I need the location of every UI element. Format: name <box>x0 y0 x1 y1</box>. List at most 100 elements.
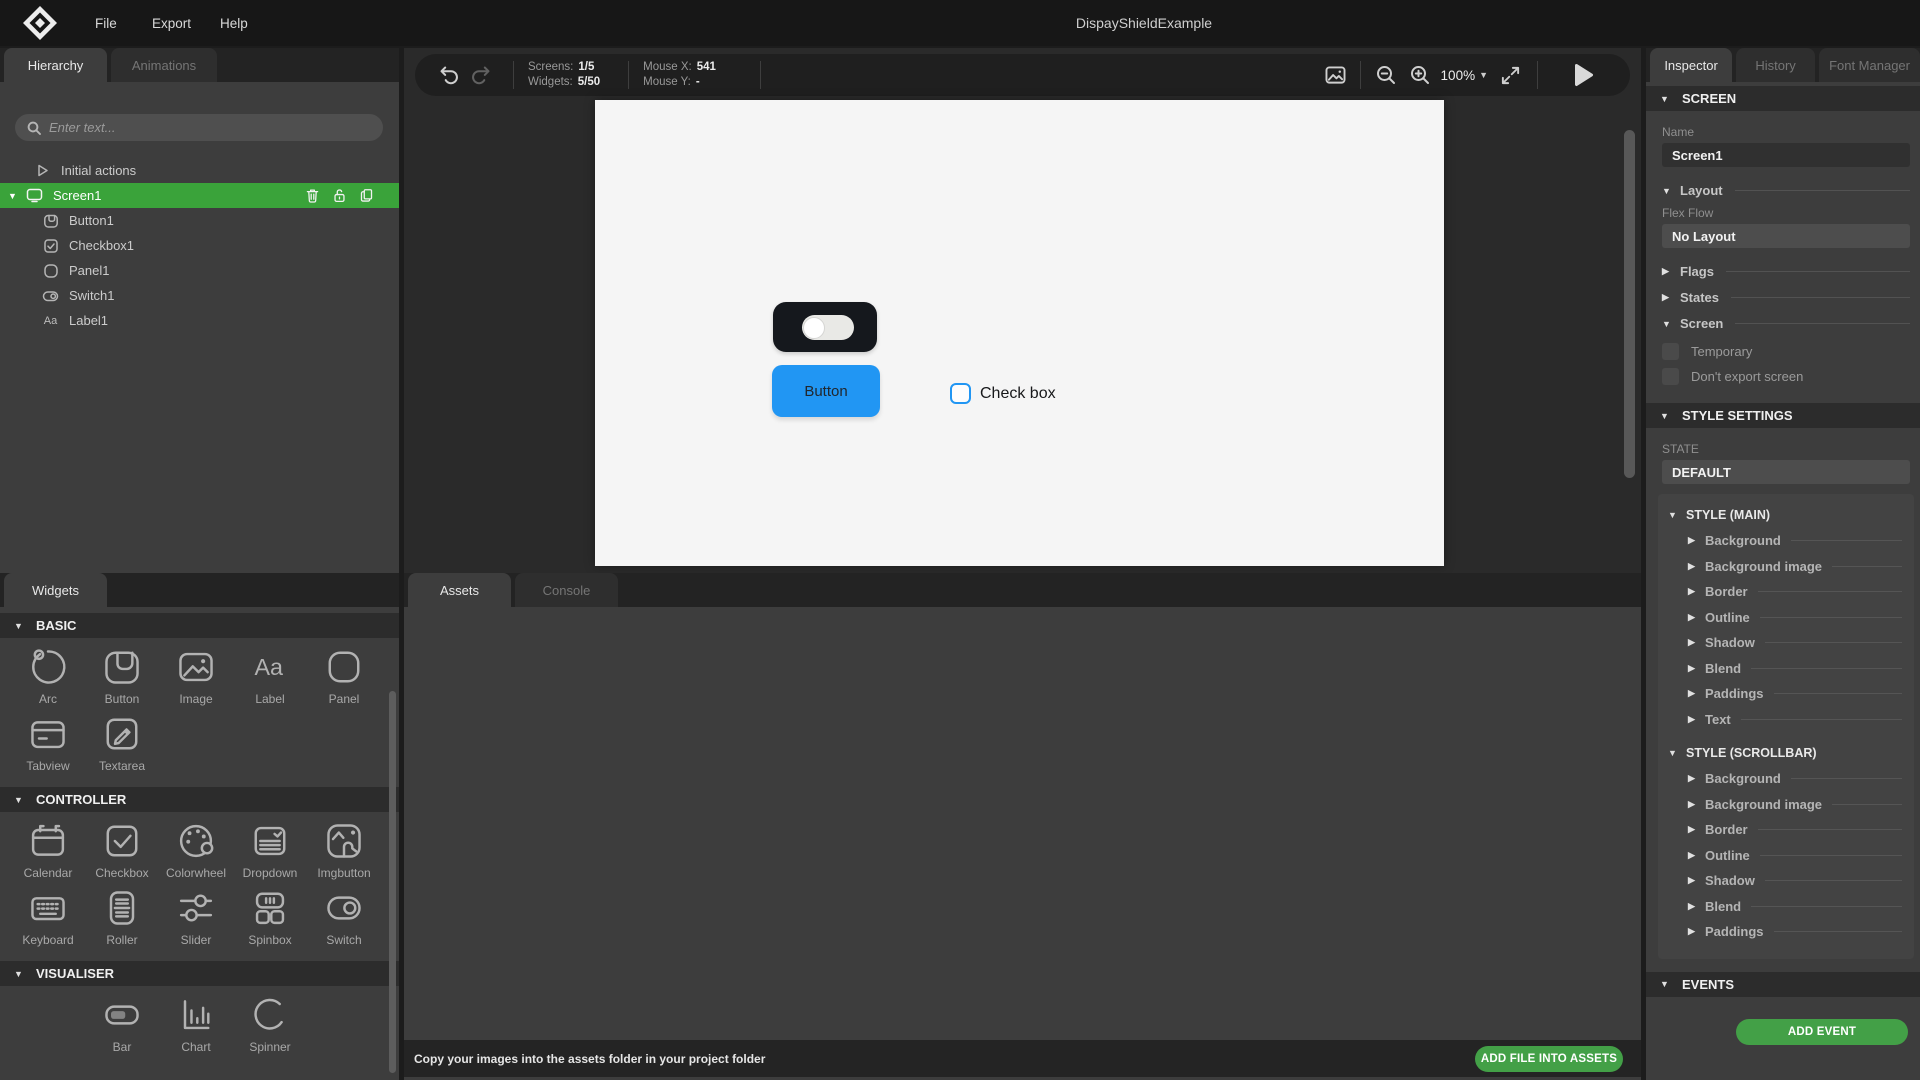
design-canvas-screen1[interactable]: Button Check box <box>595 100 1444 566</box>
style-scrollbar-header[interactable]: ▼STYLE (SCROLLBAR) <box>1668 746 1906 760</box>
canvas-scrollbar[interactable] <box>1624 130 1635 478</box>
widget-textarea[interactable]: Textarea <box>85 712 159 773</box>
zoom-in-button[interactable] <box>1409 64 1431 86</box>
caret-down-icon[interactable]: ▼ <box>8 191 18 201</box>
widgets-section-basic[interactable]: ▼BASIC <box>0 613 399 638</box>
tree-item-label1[interactable]: Aa Label1 <box>0 308 399 333</box>
style-scrollbar-paddings[interactable]: ▶Paddings <box>1666 919 1906 945</box>
play-button[interactable] <box>1574 63 1594 87</box>
widget-spinbox[interactable]: Spinbox <box>233 886 307 947</box>
undo-button[interactable] <box>437 63 461 87</box>
name-input[interactable]: Screen1 <box>1662 143 1910 167</box>
widget-panel[interactable]: Panel <box>307 645 381 706</box>
style-main-blend[interactable]: ▶Blend <box>1666 656 1906 682</box>
widget-button[interactable]: Button <box>85 645 159 706</box>
tab-assets[interactable]: Assets <box>408 573 511 607</box>
widget-label[interactable]: Aa Label <box>233 645 307 706</box>
tab-inspector[interactable]: Inspector <box>1650 48 1732 82</box>
style-scrollbar-blend[interactable]: ▶Blend <box>1666 894 1906 920</box>
widget-calendar[interactable]: Calendar <box>11 819 85 880</box>
canvas-switch1[interactable] <box>802 315 854 340</box>
unlock-icon[interactable] <box>333 188 346 203</box>
canvas-panel1[interactable] <box>773 302 877 352</box>
style-main-background-image[interactable]: ▶Background image <box>1666 554 1906 580</box>
zoom-out-button[interactable] <box>1375 64 1397 86</box>
style-main-border[interactable]: ▶Border <box>1666 579 1906 605</box>
style-scrollbar-background[interactable]: ▶Background <box>1666 766 1906 792</box>
states-group[interactable]: ▶States <box>1662 290 1910 305</box>
widgets-section-visualiser[interactable]: ▼VISUALISER <box>0 961 399 986</box>
canvas-checkbox1[interactable]: Check box <box>950 383 1056 404</box>
canvas-button1[interactable]: Button <box>772 365 880 417</box>
tab-console[interactable]: Console <box>515 573 618 607</box>
layout-group[interactable]: ▼Layout <box>1662 183 1910 198</box>
background-image-button[interactable] <box>1325 66 1346 85</box>
tree-item-switch1[interactable]: Switch1 <box>0 283 399 308</box>
widget-image[interactable]: Image <box>159 645 233 706</box>
search-input[interactable] <box>49 120 371 135</box>
dont-export-checkbox-row[interactable]: Don't export screen <box>1662 364 1910 389</box>
zoom-level-value[interactable]: 100% <box>1441 68 1476 83</box>
widget-switch[interactable]: Switch <box>307 886 381 947</box>
style-main-background[interactable]: ▶Background <box>1666 528 1906 554</box>
widget-slider[interactable]: Slider <box>159 886 233 947</box>
menu-file[interactable]: File <box>95 0 117 46</box>
tree-item-label: Switch1 <box>69 288 115 303</box>
state-select[interactable]: DEFAULT <box>1662 460 1910 484</box>
style-main-header[interactable]: ▼STYLE (MAIN) <box>1668 508 1906 522</box>
screen-group[interactable]: ▼Screen <box>1662 316 1910 331</box>
events-section-header[interactable]: ▼EVENTS <box>1646 972 1920 997</box>
style-main-paddings[interactable]: ▶Paddings <box>1666 681 1906 707</box>
tab-font-manager[interactable]: Font Manager <box>1819 48 1920 82</box>
duplicate-icon[interactable] <box>360 188 373 203</box>
caret-right-icon: ▶ <box>1688 586 1698 597</box>
tab-history[interactable]: History <box>1736 48 1815 82</box>
tree-item-panel1[interactable]: Panel1 <box>0 258 399 283</box>
widgets-section-controller[interactable]: ▼CONTROLLER <box>0 787 399 812</box>
style-scrollbar-background-image[interactable]: ▶Background image <box>1666 792 1906 818</box>
widget-bar[interactable]: Bar <box>85 993 159 1054</box>
menu-help[interactable]: Help <box>220 0 248 46</box>
zoom-in-icon <box>1409 64 1431 86</box>
style-scrollbar-shadow[interactable]: ▶Shadow <box>1666 868 1906 894</box>
style-scrollbar-border[interactable]: ▶Border <box>1666 817 1906 843</box>
flags-group[interactable]: ▶Flags <box>1662 264 1910 279</box>
checkbox[interactable] <box>1662 368 1679 385</box>
style-main-outline[interactable]: ▶Outline <box>1666 605 1906 631</box>
widget-arc[interactable]: Arc <box>11 645 85 706</box>
tabview-widget-icon <box>26 712 70 756</box>
style-scrollbar-outline[interactable]: ▶Outline <box>1666 843 1906 869</box>
tree-item-checkbox1[interactable]: Checkbox1 <box>0 233 399 258</box>
style-settings-section-header[interactable]: ▼STYLE SETTINGS <box>1646 403 1920 428</box>
widget-dropdown[interactable]: Dropdown <box>233 819 307 880</box>
add-event-button[interactable]: ADD EVENT <box>1736 1019 1908 1045</box>
widget-tabview[interactable]: Tabview <box>11 712 85 773</box>
redo-button[interactable] <box>469 63 493 87</box>
widget-checkbox[interactable]: Checkbox <box>85 819 159 880</box>
fit-screen-button[interactable] <box>1500 65 1521 86</box>
temporary-checkbox-row[interactable]: Temporary <box>1662 339 1910 364</box>
add-file-into-assets-button[interactable]: ADD FILE INTO ASSETS <box>1475 1046 1623 1072</box>
tab-hierarchy[interactable]: Hierarchy <box>4 48 107 82</box>
widget-imgbutton[interactable]: Imgbutton <box>307 819 381 880</box>
widget-spinner[interactable]: Spinner <box>233 993 307 1054</box>
menu-export[interactable]: Export <box>152 0 191 46</box>
widget-chart[interactable]: Chart <box>159 993 233 1054</box>
widget-colorwheel[interactable]: Colorwheel <box>159 819 233 880</box>
tree-item-screen1[interactable]: ▼ Screen1 <box>0 183 399 208</box>
widgets-scrollbar[interactable] <box>389 691 396 1073</box>
tree-item-button1[interactable]: Button1 <box>0 208 399 233</box>
screen-section-header[interactable]: ▼SCREEN <box>1646 86 1920 111</box>
checkbox[interactable] <box>1662 343 1679 360</box>
style-main-text[interactable]: ▶Text <box>1666 707 1906 733</box>
tab-animations[interactable]: Animations <box>111 48 217 82</box>
style-main-shadow[interactable]: ▶Shadow <box>1666 630 1906 656</box>
zoom-caret-down-icon[interactable]: ▼ <box>1479 70 1488 80</box>
trash-icon[interactable] <box>306 188 319 203</box>
flex-flow-select[interactable]: No Layout <box>1662 224 1910 248</box>
tab-widgets[interactable]: Widgets <box>4 573 107 607</box>
widget-keyboard[interactable]: Keyboard <box>11 886 85 947</box>
widget-roller[interactable]: Roller <box>85 886 159 947</box>
tree-item-initial-actions[interactable]: Initial actions <box>0 158 399 183</box>
toolbar-separator <box>628 61 629 89</box>
